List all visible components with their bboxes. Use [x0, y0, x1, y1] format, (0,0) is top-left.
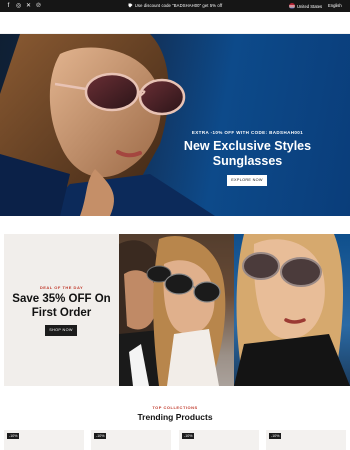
- hero-pretitle: EXTRA -10% OFF WITH CODE: BADSHAH001: [191, 130, 304, 135]
- discount-badge: -10%: [182, 433, 195, 439]
- hero-title: New Exclusive Styles Sunglasses: [183, 139, 312, 168]
- couple-promo-image: [119, 234, 234, 386]
- country-label: United States: [297, 3, 323, 9]
- announcement-text: Use discount code "BADSHAH00" get 5% off: [134, 3, 223, 8]
- discount-badge: -10%: [94, 433, 107, 439]
- deal-kicker: DEAL OF THE DAY: [39, 285, 84, 290]
- announcement-bar: f ◎ ✕ ℗ Use discount code "BADSHAH00" ge…: [0, 0, 350, 12]
- deal-panel: DEAL OF THE DAY Save 35% OFF On First Or…: [4, 234, 119, 386]
- product-card[interactable]: -10%: [91, 430, 171, 450]
- language-label: English: [328, 3, 342, 8]
- language-selector[interactable]: English: [328, 0, 342, 12]
- discount-badge: -10%: [7, 433, 20, 439]
- couple-illustration: [119, 234, 234, 386]
- hero-banner: EXTRA -10% OFF WITH CODE: BADSHAH001 New…: [0, 34, 350, 216]
- discount-badge: -10%: [269, 433, 282, 439]
- deal-title: Save 35% OFF On First Order: [12, 293, 111, 319]
- collections-title: Trending Products: [137, 412, 213, 422]
- collections-kicker: TOP COLLECTIONS: [152, 405, 198, 410]
- shop-now-button[interactable]: SHOP NOW: [45, 325, 77, 336]
- woman-promo-image: [234, 234, 350, 386]
- product-card[interactable]: -10%: [266, 430, 346, 450]
- product-card[interactable]: -10%: [4, 430, 84, 450]
- woman-illustration: [234, 234, 350, 386]
- explore-now-button[interactable]: EXPLORE NOW: [227, 175, 267, 186]
- us-flag-icon: [289, 3, 295, 9]
- site-header: [0, 12, 350, 34]
- hero-model-image: [0, 34, 215, 216]
- product-card[interactable]: -10%: [179, 430, 259, 450]
- tag-icon: [128, 3, 133, 8]
- country-selector[interactable]: United States: [289, 0, 322, 12]
